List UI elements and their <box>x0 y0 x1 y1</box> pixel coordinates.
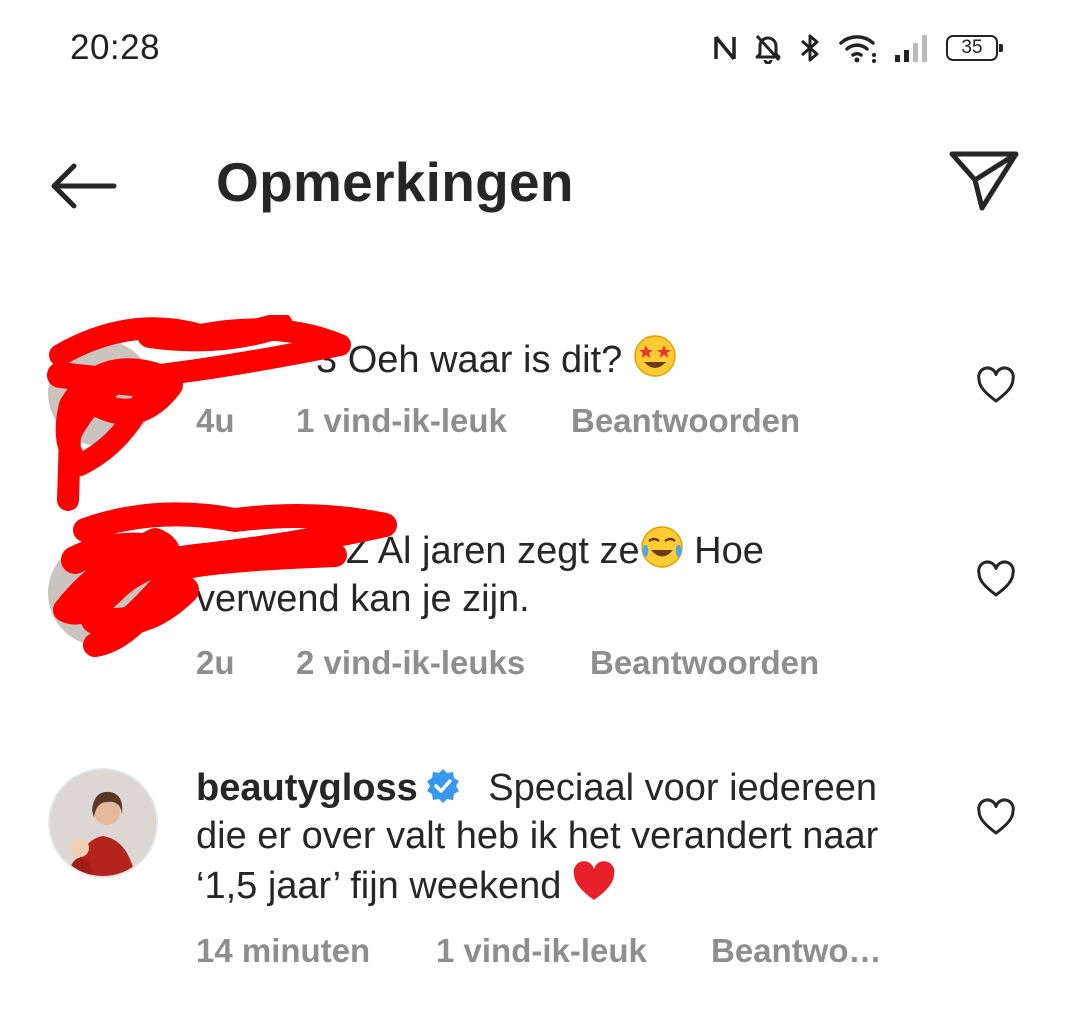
status-time: 20:28 <box>70 28 161 67</box>
comment-body-3: ‘1,5 jaar’ fijn weekend <box>196 865 562 907</box>
avatar[interactable] <box>48 340 154 446</box>
paper-plane-icon <box>949 151 1019 211</box>
red-heart-emoji <box>572 860 616 904</box>
share-button[interactable] <box>948 146 1020 214</box>
reply-button[interactable]: Beantwo… <box>711 932 882 970</box>
comment-username[interactable]: beautygloss <box>196 767 418 809</box>
comment-body-2: Hoe <box>694 530 764 572</box>
back-button[interactable] <box>48 156 120 216</box>
signal-icon <box>894 33 930 63</box>
comment-likes[interactable]: 1 vind-ik-leuk <box>436 932 711 970</box>
star-struck-emoji <box>633 334 677 378</box>
comment-3: beautygloss Speciaal voor iedereen die e… <box>0 760 1080 990</box>
comment-likes[interactable]: 1 vind-ik-leuk <box>296 402 571 440</box>
page-title: Opmerkingen <box>216 151 574 213</box>
comment-meta: 2u 2 vind-ik-leuks Beantwoorden <box>196 644 819 682</box>
like-heart-icon[interactable] <box>976 366 1016 406</box>
comment-time: 4u <box>196 402 235 439</box>
comment-time: 14 minuten <box>196 932 371 969</box>
like-heart-icon[interactable] <box>976 560 1016 600</box>
wifi-icon <box>838 33 878 63</box>
comment-1: 3 Oeh waar is dit? 4u 1 vind-ik-leuk Bea… <box>0 320 1080 460</box>
mute-bell-icon <box>754 32 782 64</box>
back-arrow-icon <box>51 163 117 209</box>
nfc-icon <box>712 33 738 63</box>
verified-badge-icon <box>424 767 462 805</box>
comment-likes[interactable]: 2 vind-ik-leuks <box>296 644 590 682</box>
comment-2: Z Al jaren zegt ze Hoe verwend kan je zi… <box>0 520 1080 690</box>
comment-body: Oeh waar is dit? <box>347 339 623 381</box>
comment-body-1: Al jaren zegt ze <box>377 530 640 572</box>
avatar[interactable] <box>48 540 154 646</box>
comment-username[interactable]: 3 <box>316 339 337 381</box>
comment-meta: 4u 1 vind-ik-leuk Beantwoorden <box>196 402 800 440</box>
like-heart-icon[interactable] <box>976 798 1016 838</box>
comment-body-3: verwend kan je zijn. <box>196 578 530 620</box>
comment-text: Z Al jaren zegt ze Hoe verwend kan je zi… <box>196 525 936 623</box>
comment-text: beautygloss Speciaal voor iedereen die e… <box>196 764 936 910</box>
avatar[interactable] <box>48 768 158 878</box>
battery-icon: 35 <box>946 35 1003 61</box>
reply-button[interactable]: Beantwoorden <box>590 644 819 682</box>
comment-time: 2u <box>196 644 235 681</box>
bluetooth-icon <box>798 32 822 64</box>
status-icons: 35 <box>712 28 1003 68</box>
comment-meta: 14 minuten 1 vind-ik-leuk Beantwo… <box>196 932 882 970</box>
comment-username[interactable]: Z <box>346 530 369 572</box>
comment-text: 3 Oeh waar is dit? <box>196 334 936 384</box>
reply-button[interactable]: Beantwoorden <box>571 402 800 440</box>
comment-body-1: Speciaal voor iedereen <box>488 767 877 809</box>
comment-body-2: die er over valt heb ik het verandert na… <box>196 815 879 857</box>
tears-of-joy-emoji <box>640 525 684 569</box>
